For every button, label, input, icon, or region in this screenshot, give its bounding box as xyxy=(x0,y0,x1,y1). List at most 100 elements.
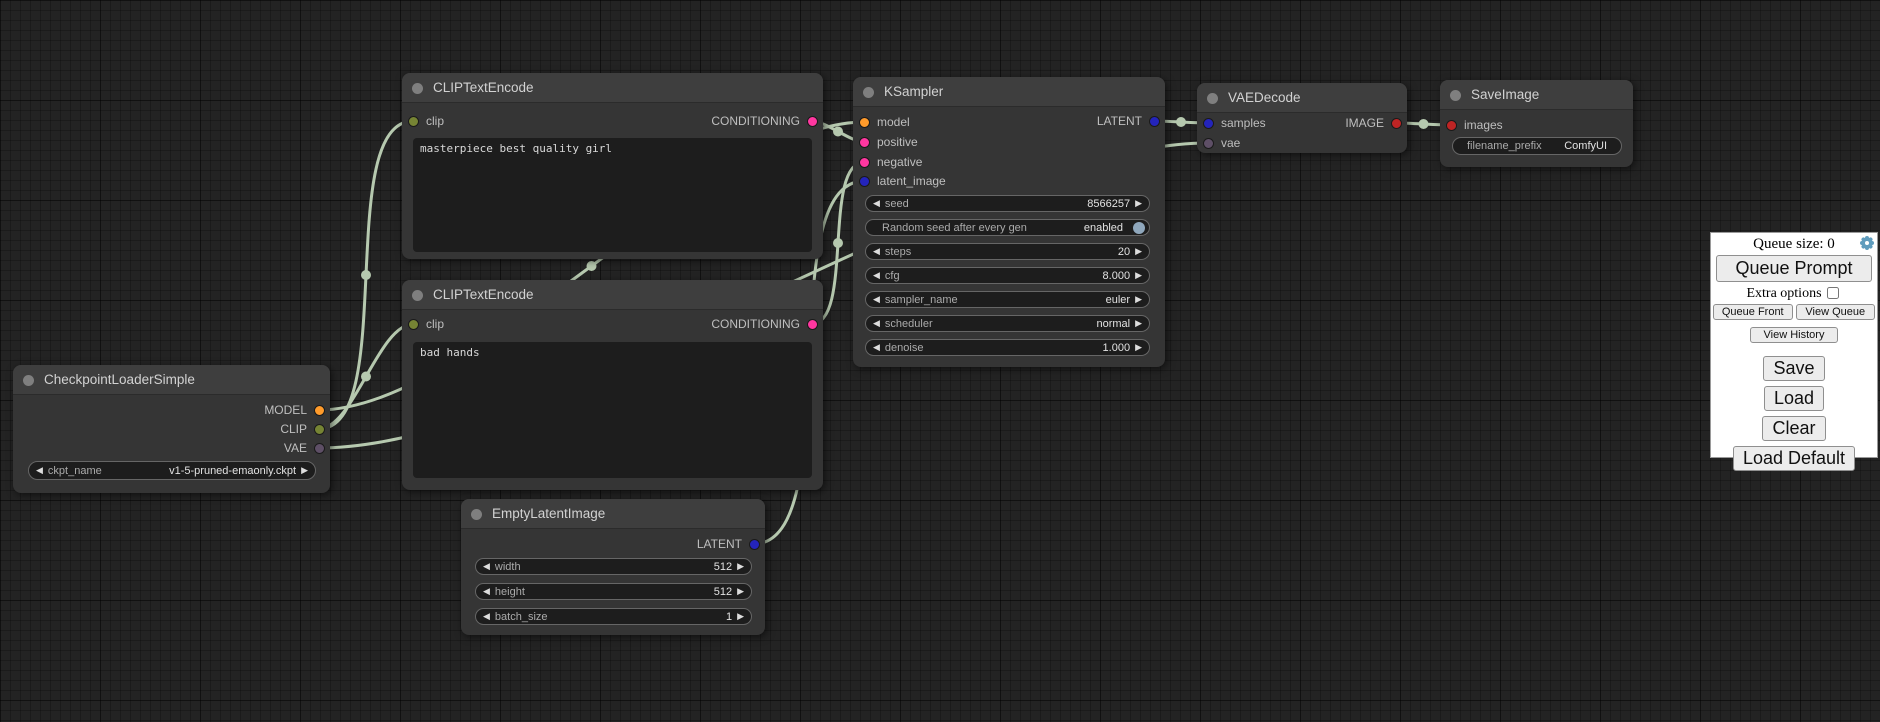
input-port-label: negative xyxy=(877,155,922,169)
steps-widget[interactable]: ◀steps20▶ xyxy=(865,243,1150,260)
decrement-arrow-icon[interactable]: ◀ xyxy=(483,562,490,571)
latent-output-port[interactable] xyxy=(749,539,760,550)
widget-value: normal xyxy=(1096,318,1130,330)
cfg-widget[interactable]: ◀cfg8.000▶ xyxy=(865,267,1150,284)
increment-arrow-icon[interactable]: ▶ xyxy=(737,612,744,621)
node-title-bar[interactable]: EmptyLatentImage xyxy=(461,499,765,529)
decrement-arrow-icon[interactable]: ◀ xyxy=(873,319,880,328)
settings-gear-icon[interactable] xyxy=(1860,236,1874,250)
node-save-image[interactable]: SaveImageimagesfilename_prefixComfyUI xyxy=(1440,80,1633,167)
image-output-port[interactable] xyxy=(1391,118,1402,129)
node-ksampler[interactable]: KSamplermodelpositivenegativelatent_imag… xyxy=(853,77,1165,367)
toggle-indicator-icon[interactable] xyxy=(1133,222,1145,234)
negative-input-port[interactable] xyxy=(859,157,870,168)
height-widget[interactable]: ◀height512▶ xyxy=(475,583,752,600)
scheduler-widget[interactable]: ◀ scheduler normal ▶ xyxy=(865,315,1150,332)
node-title-bar[interactable]: VAEDecode xyxy=(1197,83,1407,113)
width-widget[interactable]: ◀width512▶ xyxy=(475,558,752,575)
node-collapse-dot[interactable] xyxy=(412,83,423,94)
model-output-port[interactable] xyxy=(314,405,325,416)
load-default-button[interactable]: Load Default xyxy=(1733,446,1855,471)
prompt-textarea[interactable]: bad hands xyxy=(413,342,812,478)
batch-size-widget[interactable]: ◀batch_size1▶ xyxy=(475,608,752,625)
view-history-button[interactable]: View History xyxy=(1750,327,1839,343)
node-title: CheckpointLoaderSimple xyxy=(44,372,195,387)
conditioning-output-port[interactable] xyxy=(807,116,818,127)
random seed after every gen-widget[interactable]: Random seed after every genenabled xyxy=(865,219,1150,236)
link-midpoint-dot xyxy=(361,270,371,280)
queue-front-button[interactable]: Queue Front xyxy=(1713,304,1793,320)
save-button[interactable]: Save xyxy=(1763,356,1824,381)
vae-output-port[interactable] xyxy=(314,443,325,454)
denoise-widget[interactable]: ◀denoise1.000▶ xyxy=(865,339,1150,356)
widget-label: scheduler xyxy=(885,318,933,330)
decrement-arrow-icon[interactable]: ◀ xyxy=(483,612,490,621)
node-title: EmptyLatentImage xyxy=(492,506,605,521)
node-title-bar[interactable]: SaveImage xyxy=(1440,80,1633,110)
increment-arrow-icon[interactable]: ▶ xyxy=(1135,295,1142,304)
node-title-bar[interactable]: KSampler xyxy=(853,77,1165,107)
load-button[interactable]: Load xyxy=(1764,386,1824,411)
positive-input-port[interactable] xyxy=(859,137,870,148)
node-clip-positive[interactable]: CLIPTextEncodeclipCONDITIONINGmasterpiec… xyxy=(402,73,823,259)
increment-arrow-icon[interactable]: ▶ xyxy=(1135,319,1142,328)
output-port-label: IMAGE xyxy=(1345,116,1384,130)
increment-arrow-icon[interactable]: ▶ xyxy=(737,562,744,571)
node-title-bar[interactable]: CLIPTextEncode xyxy=(402,73,823,103)
latent-output-port[interactable] xyxy=(1149,116,1160,127)
clip-input-port[interactable] xyxy=(408,319,419,330)
input-port-label: latent_image xyxy=(877,174,946,188)
images-input-port[interactable] xyxy=(1446,120,1457,131)
model-input-port[interactable] xyxy=(859,117,870,128)
output-port-label: CONDITIONING xyxy=(711,317,800,331)
decrement-arrow-icon[interactable]: ◀ xyxy=(36,466,43,475)
vae-input-port[interactable] xyxy=(1203,138,1214,149)
node-vae-decode[interactable]: VAEDecodesamplesvaeIMAGE xyxy=(1197,83,1407,153)
node-clip-negative[interactable]: CLIPTextEncode clip CONDITIONING bad hands xyxy=(402,280,823,490)
clear-button[interactable]: Clear xyxy=(1762,416,1825,441)
node-title: VAEDecode xyxy=(1228,90,1301,105)
node-collapse-dot[interactable] xyxy=(412,290,423,301)
clip-input-port[interactable] xyxy=(408,116,419,127)
sampler-name-widget[interactable]: ◀sampler_nameeuler▶ xyxy=(865,291,1150,308)
node-title-bar[interactable]: CheckpointLoaderSimple xyxy=(13,365,330,395)
increment-arrow-icon[interactable]: ▶ xyxy=(1135,247,1142,256)
queue-prompt-button[interactable]: Queue Prompt xyxy=(1716,255,1872,282)
widget-label: height xyxy=(495,586,525,598)
decrement-arrow-icon[interactable]: ◀ xyxy=(873,295,880,304)
decrement-arrow-icon[interactable]: ◀ xyxy=(483,587,490,596)
node-collapse-dot[interactable] xyxy=(863,87,874,98)
increment-arrow-icon[interactable]: ▶ xyxy=(1135,271,1142,280)
increment-arrow-icon[interactable]: ▶ xyxy=(737,587,744,596)
seed-widget[interactable]: ◀seed8566257▶ xyxy=(865,195,1150,212)
extra-options-checkbox[interactable] xyxy=(1827,287,1839,299)
output-port-label: LATENT xyxy=(697,537,742,551)
widget-value: 8566257 xyxy=(1087,198,1130,210)
node-collapse-dot[interactable] xyxy=(23,375,34,386)
conditioning-output-port[interactable] xyxy=(807,319,818,330)
decrement-arrow-icon[interactable]: ◀ xyxy=(873,199,880,208)
increment-arrow-icon[interactable]: ▶ xyxy=(301,466,308,475)
node-collapse-dot[interactable] xyxy=(1450,90,1461,101)
node-collapse-dot[interactable] xyxy=(1207,93,1218,104)
increment-arrow-icon[interactable]: ▶ xyxy=(1135,343,1142,352)
input-port-label: vae xyxy=(1221,136,1240,150)
prompt-textarea[interactable]: masterpiece best quality girl xyxy=(413,138,812,252)
node-title-bar[interactable]: CLIPTextEncode xyxy=(402,280,823,310)
node-collapse-dot[interactable] xyxy=(471,509,482,520)
graph-canvas[interactable]: CheckpointLoaderSimpleMODELCLIPVAE◀ckpt_… xyxy=(0,0,1880,722)
decrement-arrow-icon[interactable]: ◀ xyxy=(873,271,880,280)
ckpt-name-widget[interactable]: ◀ckpt_namev1-5-pruned-emaonly.ckpt▶ xyxy=(28,461,316,480)
filename-prefix-widget[interactable]: filename_prefixComfyUI xyxy=(1452,137,1622,155)
input-port-label: clip xyxy=(426,317,444,331)
node-empty-latent[interactable]: EmptyLatentImageLATENT◀width512▶◀height5… xyxy=(461,499,765,635)
samples-input-port[interactable] xyxy=(1203,118,1214,129)
increment-arrow-icon[interactable]: ▶ xyxy=(1135,199,1142,208)
input-port-label: clip xyxy=(426,114,444,128)
latent-image-input-port[interactable] xyxy=(859,176,870,187)
decrement-arrow-icon[interactable]: ◀ xyxy=(873,247,880,256)
view-queue-button[interactable]: View Queue xyxy=(1796,304,1876,320)
decrement-arrow-icon[interactable]: ◀ xyxy=(873,343,880,352)
node-checkpoint[interactable]: CheckpointLoaderSimpleMODELCLIPVAE◀ckpt_… xyxy=(13,365,330,493)
clip-output-port[interactable] xyxy=(314,424,325,435)
